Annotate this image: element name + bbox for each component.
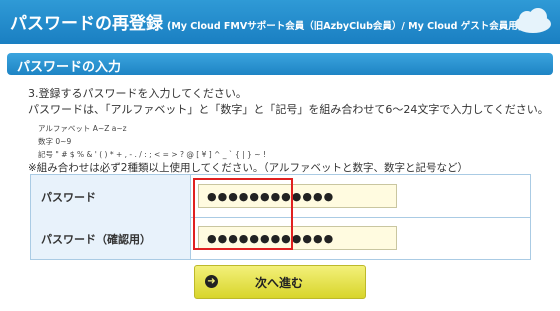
page-header: パスワードの再登録 (My Cloud FMVサポート会員（旧AzbyClub会員…	[0, 0, 560, 44]
arrow-right-icon: ➜	[205, 275, 218, 288]
digit-chars: 数字 0~9	[38, 137, 72, 146]
instruction-rule: パスワードは、「アルファベット」と「数字」と「記号」を組み合わせて6～24文字で…	[28, 103, 549, 116]
page-subtitle: (My Cloud FMVサポート会員（旧AzbyClub会員）/ My Clo…	[167, 21, 523, 32]
password-confirm-label: パスワード（確認用）	[41, 233, 151, 246]
combination-note: ※組み合わせは必ず2種類以上使用してください。（アルファベットと数字、数字と記号…	[28, 162, 468, 174]
symbol-chars: 記号 " # $ % & ' ( ) * + , - . / : ; < = >…	[38, 150, 266, 159]
password-label-cell: パスワード	[31, 175, 191, 217]
section-title: パスワードの入力	[17, 60, 122, 75]
page-title: パスワードの再登録 (My Cloud FMVサポート会員（旧AzbyClub会員…	[10, 9, 522, 34]
cloud-icon	[515, 8, 551, 33]
page-title-text: パスワードの再登録	[10, 14, 163, 34]
password-label: パスワード	[41, 191, 96, 204]
instruction-step: 3.登録するパスワードを入力してください。	[28, 87, 247, 100]
password-confirm-label-cell: パスワード（確認用）	[31, 217, 191, 259]
next-button-label: 次へ進む	[255, 276, 304, 290]
section-header: パスワードの入力	[7, 53, 553, 75]
highlight-box	[193, 178, 293, 250]
next-button[interactable]: ➜ 次へ進む	[194, 265, 366, 299]
alphabet-chars: アルファベット A~Z a~z	[38, 124, 127, 133]
